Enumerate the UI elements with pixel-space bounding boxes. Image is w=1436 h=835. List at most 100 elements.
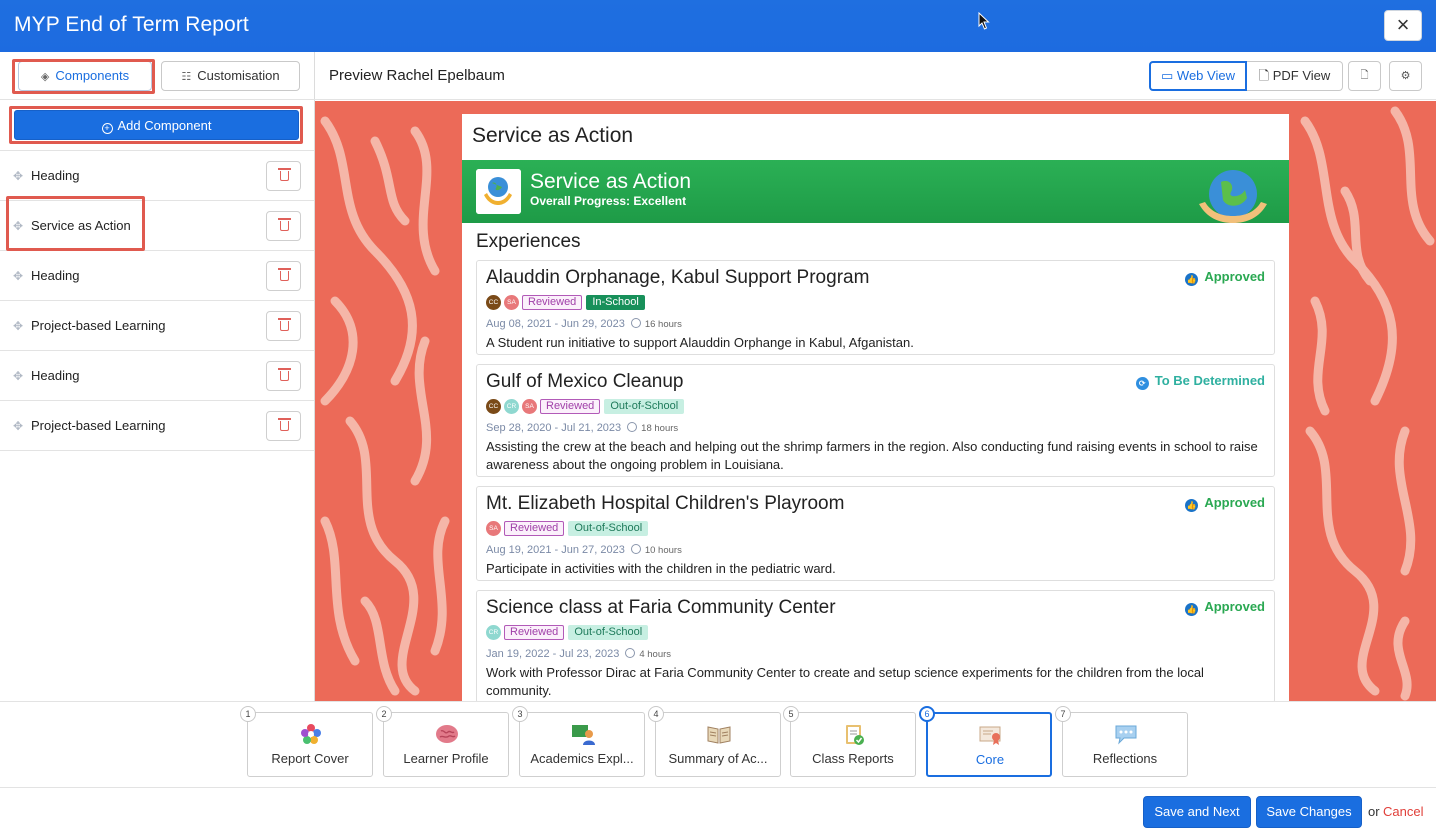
pdf-file-icon: 🗋 <box>1258 68 1270 83</box>
tab-customisation[interactable]: ☷ Customisation <box>161 61 300 91</box>
tab-components[interactable]: ◈ Components <box>18 61 152 91</box>
teacher-board-icon <box>572 725 595 745</box>
step-label: Core <box>975 752 1005 767</box>
date-range: Jan 19, 2022 - Jul 23, 2023 4 hours <box>486 648 671 660</box>
drag-handle-icon[interactable]: ✥ <box>13 369 23 383</box>
layers-icon: ◈ <box>40 71 50 83</box>
hours-text: 4 hours <box>639 649 672 660</box>
trash-icon <box>278 368 291 381</box>
drag-handle-icon[interactable]: ✥ <box>13 319 23 333</box>
report-preview[interactable]: Service as Action Service as Action Over… <box>315 101 1436 701</box>
list-item[interactable]: ✥ Service as Action <box>0 201 314 251</box>
dates-text: Sep 28, 2020 - Jul 21, 2023 <box>486 422 622 434</box>
experience-card[interactable]: Alauddin Orphanage, Kabul Support Progra… <box>476 260 1275 355</box>
clock-icon <box>630 318 641 328</box>
component-label: Heading <box>31 368 80 383</box>
component-label: Service as Action <box>31 218 131 233</box>
delete-button[interactable] <box>266 211 301 241</box>
step-reflections[interactable]: 7 Reflections <box>1055 706 1188 777</box>
experience-card[interactable]: Mt. Elizabeth Hospital Children's Playro… <box>476 486 1275 581</box>
step-academics[interactable]: 3 Academics Expl... <box>512 706 645 777</box>
clock-icon <box>630 544 641 554</box>
globe-hands-icon <box>1199 170 1267 223</box>
badge-row: SA Reviewed Out-of-School <box>486 520 652 537</box>
drag-handle-icon[interactable]: ✥ <box>13 419 23 433</box>
window-title: MYP End of Term Report <box>14 13 249 36</box>
step-label: Report Cover <box>271 751 349 766</box>
reviewed-tag: Reviewed <box>522 295 583 311</box>
dates-text: Aug 19, 2021 - Jun 27, 2023 <box>486 544 625 556</box>
pdf-view-label: PDF View <box>1272 68 1331 83</box>
experience-card[interactable]: Gulf of Mexico Cleanup ⟳ To Be Determined… <box>476 364 1275 477</box>
cancel-link[interactable]: Cancel <box>1383 804 1423 819</box>
step-number: 7 <box>1055 706 1071 722</box>
trash-icon <box>278 218 291 231</box>
status-badge: 👍 Approved <box>1185 599 1265 616</box>
drag-handle-icon[interactable]: ✥ <box>13 269 23 283</box>
status-label: To Be Determined <box>1154 373 1265 388</box>
sliders-icon: ☷ <box>181 71 192 83</box>
add-component-button[interactable]: + Add Component <box>14 110 299 140</box>
component-list: ✥ Heading ✥ Service as Action ✥ Heading … <box>0 150 314 451</box>
status-label: Approved <box>1204 599 1265 614</box>
experience-card[interactable]: Science class at Faria Community Center … <box>476 590 1275 701</box>
date-range: Sep 28, 2020 - Jul 21, 2023 18 hours <box>486 422 678 434</box>
avatar: CR <box>486 625 501 641</box>
preview-file-button[interactable]: 🗋 <box>1348 61 1381 91</box>
avatar: SA <box>504 295 519 311</box>
list-item[interactable]: ✥ Project-based Learning <box>0 301 314 351</box>
delete-button[interactable] <box>266 161 301 191</box>
drag-handle-icon[interactable]: ✥ <box>13 219 23 233</box>
section-title: Service as Action <box>472 124 634 147</box>
avatar: CC <box>486 295 501 311</box>
step-class-reports[interactable]: 5 Class Reports <box>783 706 916 777</box>
preview-title: Preview Rachel Epelbaum <box>329 67 505 84</box>
refresh-icon: ⟳ <box>1135 377 1149 390</box>
web-view-button[interactable]: ▭ Web View <box>1149 61 1247 91</box>
brain-icon <box>436 725 458 743</box>
experience-description: A Student run initiative to support Alau… <box>486 335 914 350</box>
close-button[interactable]: × <box>1384 10 1422 41</box>
tab-customisation-label: Customisation <box>197 68 280 83</box>
list-item[interactable]: ✥ Heading <box>0 351 314 401</box>
step-report-cover[interactable]: 1 Report Cover <box>240 706 373 777</box>
experiences-heading: Experiences <box>476 231 581 252</box>
dates-text: Jan 19, 2022 - Jul 23, 2023 <box>486 648 620 660</box>
list-item[interactable]: ✥ Heading <box>0 251 314 301</box>
service-logo-icon <box>476 169 521 214</box>
delete-button[interactable] <box>266 361 301 391</box>
flower-icon <box>301 724 321 744</box>
delete-button[interactable] <box>266 261 301 291</box>
add-component-label: Add Component <box>117 118 212 133</box>
experience-description: Assisting the crew at the beach and help… <box>486 439 1258 472</box>
status-label: Approved <box>1204 495 1265 510</box>
pdf-view-button[interactable]: 🗋 PDF View <box>1247 61 1343 91</box>
file-search-icon: 🗋 <box>1360 70 1369 81</box>
date-range: Aug 08, 2021 - Jun 29, 2023 16 hours <box>486 318 682 330</box>
drag-handle-icon[interactable]: ✥ <box>13 169 23 183</box>
location-tag: Out-of-School <box>604 399 685 415</box>
step-number: 2 <box>376 706 392 722</box>
step-core[interactable]: 6 Core <box>919 706 1052 777</box>
service-banner: Service as Action Overall Progress: Exce… <box>462 160 1289 223</box>
step-summary[interactable]: 4 Summary of Ac... <box>648 706 781 777</box>
list-item[interactable]: ✥ Project-based Learning <box>0 401 314 451</box>
save-changes-button[interactable]: Save Changes <box>1256 796 1362 828</box>
step-number: 3 <box>512 706 528 722</box>
delete-button[interactable] <box>266 311 301 341</box>
experience-title: Gulf of Mexico Cleanup <box>486 371 684 392</box>
step-label: Reflections <box>1092 751 1158 766</box>
step-learner-profile[interactable]: 2 Learner Profile <box>376 706 509 777</box>
badge-row: CR Reviewed Out-of-School <box>486 624 652 641</box>
preview-header: Preview Rachel Epelbaum ▭ Web View 🗋 PDF… <box>315 52 1436 100</box>
list-item[interactable]: ✥ Heading <box>0 151 314 201</box>
avatar: CR <box>504 399 519 415</box>
settings-button[interactable]: ⚙ <box>1389 61 1422 91</box>
badge-row: CC CR SA Reviewed Out-of-School <box>486 398 688 415</box>
step-label: Class Reports <box>812 751 894 766</box>
component-label: Heading <box>31 168 80 183</box>
delete-button[interactable] <box>266 411 301 441</box>
component-label: Project-based Learning <box>31 318 166 333</box>
reviewed-tag: Reviewed <box>504 521 565 537</box>
save-and-next-button[interactable]: Save and Next <box>1143 796 1251 828</box>
